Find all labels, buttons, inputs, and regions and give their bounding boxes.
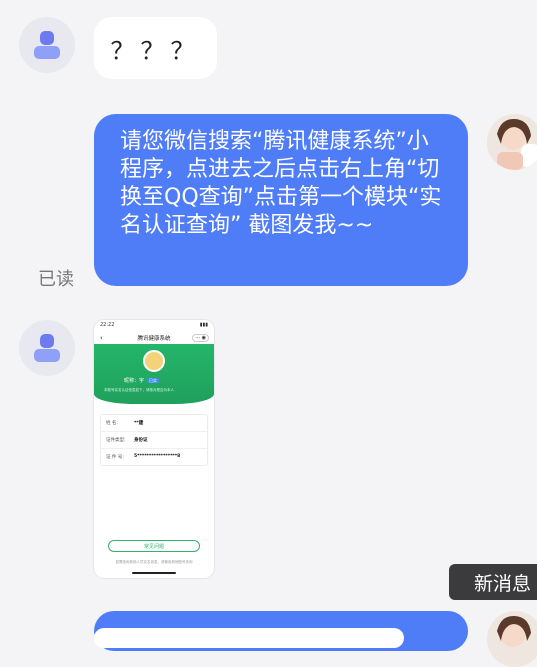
self-avatar-partial[interactable] xyxy=(487,611,537,667)
read-receipt: 已读 xyxy=(38,269,74,290)
profile-photo-icon xyxy=(487,114,537,170)
home-indicator xyxy=(132,572,176,574)
screenshot-subtitle: 本账号实名认证信息如下，请核对是否为本人 xyxy=(104,388,174,392)
message-text: 请您微信搜索“腾讯健康系统”小程序，点进去之后点击右上角“切换至QQ查询”点击第… xyxy=(120,129,442,238)
screenshot-status-bar: 22:22 ▮▮▮ xyxy=(94,320,214,332)
message-bubble-partial[interactable] xyxy=(94,628,404,648)
screenshot-navbar: ‹ 腾讯健康系统 ··· ◉ xyxy=(94,332,214,344)
profile-photo-icon xyxy=(487,611,537,667)
message-text: ？？？ xyxy=(110,36,201,65)
message-bubble-outgoing[interactable]: 请您微信搜索“腾讯健康系统”小程序，点进去之后点击右上角“切换至QQ查询”点击第… xyxy=(94,114,468,286)
info-row: 证 件 号: 5*****************8 xyxy=(106,454,181,460)
back-icon: ‹ xyxy=(100,334,103,342)
self-avatar[interactable] xyxy=(487,114,537,170)
screenshot-hero: 昵称：宇 已实 本账号实名认证信息如下，请核对是否为本人 xyxy=(94,344,214,404)
info-row: 姓 名: **建 xyxy=(101,415,207,432)
new-message-label: 新消息 xyxy=(473,572,531,595)
screenshot-time: 22:22 xyxy=(100,322,115,328)
new-message-button[interactable]: 新消息 xyxy=(449,564,537,600)
profile-picture-icon xyxy=(143,350,165,372)
contact-avatar[interactable] xyxy=(19,17,75,73)
screenshot-info-card: 姓 名: **建 证件类型: 身份证 证 件 号: 5*************… xyxy=(100,414,208,466)
verified-badge: 已实 xyxy=(147,378,160,383)
user-icon xyxy=(34,334,60,362)
image-message-screenshot[interactable]: 22:22 ▮▮▮ ‹ 腾讯健康系统 ··· ◉ 昵称：宇 已实 本账号实名认证信… xyxy=(94,320,214,578)
screenshot-title: 腾讯健康系统 xyxy=(137,336,171,342)
info-row: 证件类型: 身份证 xyxy=(101,432,207,449)
signal-icon: ▮▮▮ xyxy=(199,322,208,328)
screenshot-faq-button: 常见问题 xyxy=(108,540,200,552)
contact-avatar[interactable] xyxy=(19,320,75,376)
user-icon xyxy=(34,31,60,59)
message-bubble-incoming[interactable]: ？？？ xyxy=(94,17,217,79)
screenshot-nickname: 昵称：宇 已实 xyxy=(124,378,160,384)
more-icon: ··· ◉ xyxy=(192,334,209,342)
screenshot-footer: 如需查询其他人员实名信息，请使用其他账号查询 xyxy=(115,560,193,564)
